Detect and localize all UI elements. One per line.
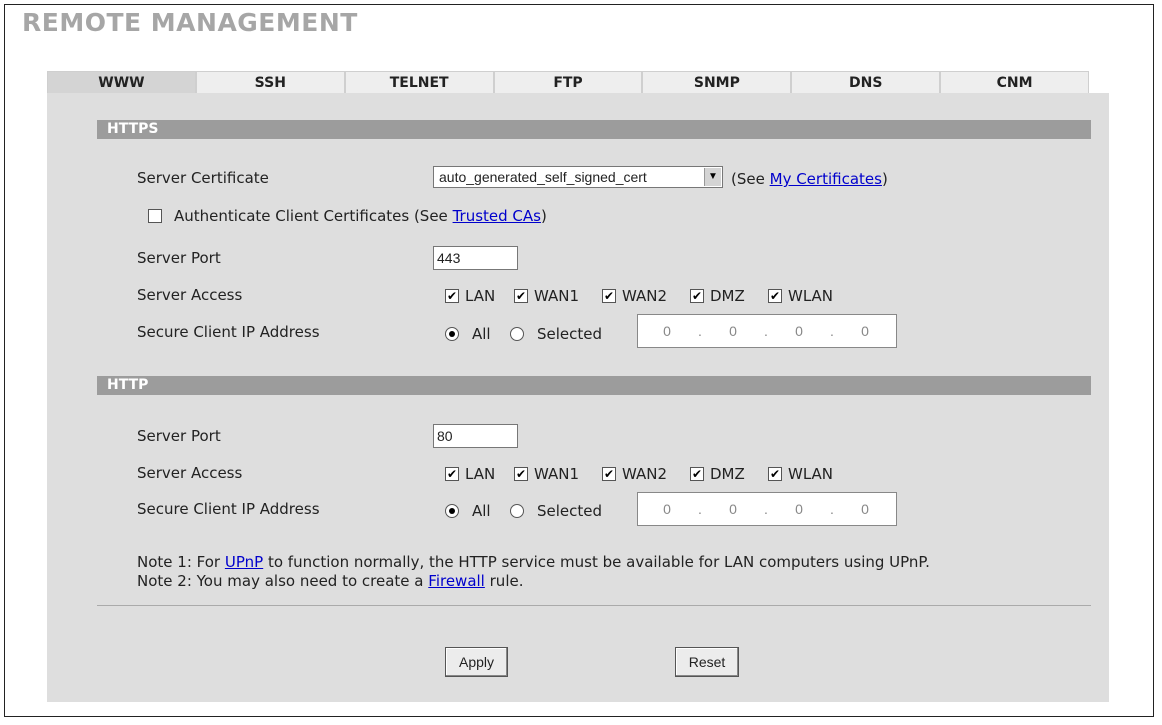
http-access-dmz-checkbox[interactable]: ✔ xyxy=(690,467,704,481)
authenticate-client-checkbox[interactable] xyxy=(148,209,162,223)
tab-www[interactable]: WWW xyxy=(47,71,196,93)
chevron-down-icon[interactable]: ▼ xyxy=(704,168,721,186)
trusted-cas-link[interactable]: Trusted CAs xyxy=(453,207,541,225)
https-secure-ip-label: Secure Client IP Address xyxy=(137,323,320,341)
reset-button[interactable]: Reset xyxy=(675,647,739,677)
ip-octet: 0 xyxy=(795,501,803,517)
see-suffix: ) xyxy=(881,170,888,188)
http-server-access-label: Server Access xyxy=(137,464,243,482)
ip-octet: 0 xyxy=(861,501,869,517)
https-server-port-input[interactable]: 443 xyxy=(433,246,518,270)
server-certificate-value: auto_generated_self_signed_cert xyxy=(439,169,647,185)
note-2-prefix: Note 2: You may also need to create a xyxy=(137,572,424,590)
ip-octet: 0 xyxy=(663,501,671,517)
https-ip-address-input[interactable]: 0. 0. 0. 0 xyxy=(637,314,897,348)
https-access-dmz-label: DMZ xyxy=(710,287,745,305)
ip-dot: . xyxy=(698,501,702,517)
http-access-wan1-label: WAN1 xyxy=(534,465,580,483)
authenticate-client-text: Authenticate Client Certificates (See xyxy=(174,207,448,225)
ip-octet: 0 xyxy=(729,323,737,339)
ip-dot: . xyxy=(764,323,768,339)
https-section-header: HTTPS xyxy=(97,120,1091,139)
my-certificates-note: (See My Certificates) xyxy=(731,170,888,188)
ip-octet: 0 xyxy=(729,501,737,517)
http-access-lan-label: LAN xyxy=(465,465,496,483)
http-section-header: HTTP xyxy=(97,376,1091,395)
note-1: Note 1: For UPnP to function normally, t… xyxy=(137,553,930,571)
server-certificate-select[interactable]: auto_generated_self_signed_cert ▼ xyxy=(433,166,723,188)
https-ip-selected-radio[interactable] xyxy=(510,327,524,341)
https-server-port-label: Server Port xyxy=(137,249,221,267)
tab-dns[interactable]: DNS xyxy=(791,71,941,93)
ip-dot: . xyxy=(764,501,768,517)
https-access-wan2-checkbox[interactable]: ✔ xyxy=(602,289,616,303)
tab-telnet[interactable]: TELNET xyxy=(344,71,494,93)
firewall-link[interactable]: Firewall xyxy=(428,572,485,590)
note-1-suffix: to function normally, the HTTP service m… xyxy=(267,553,930,571)
http-secure-ip-label: Secure Client IP Address xyxy=(137,500,320,518)
https-ip-all-label: All xyxy=(472,325,491,343)
http-access-wan2-checkbox[interactable]: ✔ xyxy=(602,467,616,481)
tab-ftp[interactable]: FTP xyxy=(493,71,643,93)
http-access-wlan-checkbox[interactable]: ✔ xyxy=(768,467,782,481)
ip-octet: 0 xyxy=(861,323,869,339)
note-2-suffix: rule. xyxy=(489,572,524,590)
http-ip-all-label: All xyxy=(472,502,491,520)
https-access-wan2-label: WAN2 xyxy=(622,287,668,305)
https-access-wlan-checkbox[interactable]: ✔ xyxy=(768,289,782,303)
page-title: REMOTE MANAGEMENT xyxy=(22,8,358,37)
ip-octet: 0 xyxy=(795,323,803,339)
ip-dot: . xyxy=(830,323,834,339)
apply-button[interactable]: Apply xyxy=(445,647,508,677)
http-access-dmz-label: DMZ xyxy=(710,465,745,483)
www-settings-panel: HTTPS Server Certificate auto_generated_… xyxy=(47,93,1109,702)
https-access-wan1-label: WAN1 xyxy=(534,287,580,305)
http-access-lan-checkbox[interactable]: ✔ xyxy=(445,467,459,481)
https-ip-all-radio[interactable] xyxy=(445,327,459,341)
server-certificate-label: Server Certificate xyxy=(137,169,269,187)
tab-cnm[interactable]: CNM xyxy=(940,71,1090,93)
my-certificates-link[interactable]: My Certificates xyxy=(770,170,882,188)
http-ip-selected-radio[interactable] xyxy=(510,504,524,518)
ip-octet: 0 xyxy=(663,323,671,339)
note-1-prefix: Note 1: For xyxy=(137,553,221,571)
https-ip-selected-label: Selected xyxy=(537,325,603,343)
upnp-link[interactable]: UPnP xyxy=(225,553,263,571)
http-ip-selected-label: Selected xyxy=(537,502,603,520)
tab-ssh[interactable]: SSH xyxy=(195,71,345,93)
https-access-dmz-checkbox[interactable]: ✔ xyxy=(690,289,704,303)
tab-snmp[interactable]: SNMP xyxy=(642,71,792,93)
authenticate-client-label: Authenticate Client Certificates (See Tr… xyxy=(174,207,547,225)
http-server-port-input[interactable]: 80 xyxy=(433,424,518,448)
https-access-lan-label: LAN xyxy=(465,287,496,305)
note-2: Note 2: You may also need to create a Fi… xyxy=(137,572,523,590)
https-server-access-label: Server Access xyxy=(137,286,243,304)
authenticate-client-suffix: ) xyxy=(540,207,547,225)
http-access-wlan-label: WLAN xyxy=(788,465,834,483)
ip-dot: . xyxy=(698,323,702,339)
http-ip-address-input[interactable]: 0. 0. 0. 0 xyxy=(637,492,897,526)
https-access-wan1-checkbox[interactable]: ✔ xyxy=(514,289,528,303)
https-access-wlan-label: WLAN xyxy=(788,287,834,305)
see-prefix: (See xyxy=(731,170,765,188)
http-ip-all-radio[interactable] xyxy=(445,504,459,518)
https-access-lan-checkbox[interactable]: ✔ xyxy=(445,289,459,303)
ip-dot: . xyxy=(830,501,834,517)
tab-bar: WWW SSH TELNET FTP SNMP DNS CNM xyxy=(47,71,1090,93)
http-access-wan1-checkbox[interactable]: ✔ xyxy=(514,467,528,481)
http-access-wan2-label: WAN2 xyxy=(622,465,668,483)
divider xyxy=(97,605,1091,606)
http-server-port-label: Server Port xyxy=(137,427,221,445)
